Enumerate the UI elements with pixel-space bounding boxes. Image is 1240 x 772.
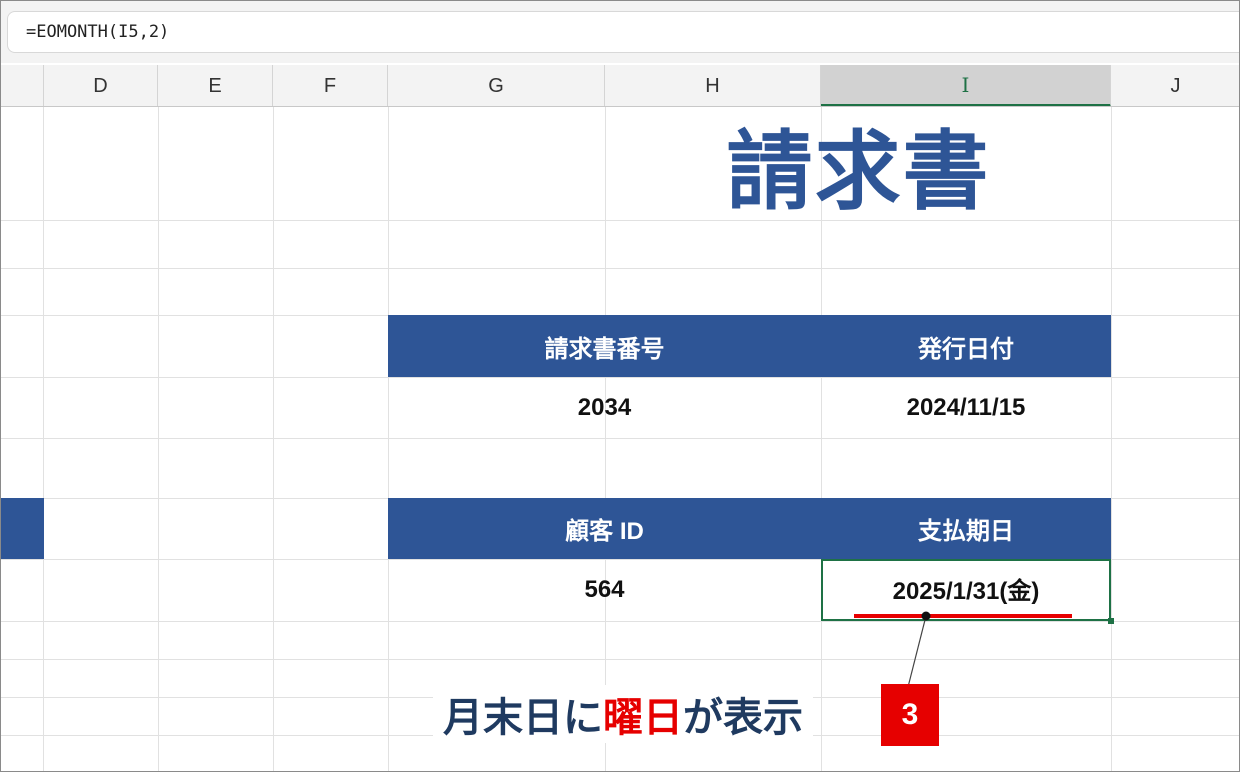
grid-line	[1, 659, 1239, 660]
grid-line	[43, 107, 44, 771]
header-divider	[1, 106, 1239, 107]
formula-input[interactable]: =EOMONTH(I5,2)	[7, 11, 1239, 53]
grid-line	[1, 220, 1239, 221]
column-header-e[interactable]: E	[158, 65, 273, 107]
partial-header-fill	[1, 498, 44, 559]
highlight-underline	[854, 614, 1072, 618]
due-date-header: 支払期日	[918, 518, 1014, 545]
grid-line	[158, 107, 159, 771]
column-header-f[interactable]: F	[273, 65, 388, 107]
annotation-text-before: 月末日に	[443, 696, 603, 740]
grid-line	[1111, 107, 1112, 771]
grid-line	[1, 621, 1239, 622]
column-header-g[interactable]: G	[388, 65, 605, 107]
selected-cell-border	[821, 559, 1111, 621]
customer-id-header: 顧客 ID	[565, 518, 644, 545]
fill-handle[interactable]	[1108, 618, 1114, 624]
annotation-text-after: が表示	[683, 696, 803, 740]
grid-line	[1, 268, 1239, 269]
grid-line	[273, 107, 274, 771]
invoice-number-header: 請求書番号	[544, 335, 665, 363]
column-header-d[interactable]: D	[44, 65, 158, 107]
annotation-caption: 月末日に 曜日 が表示	[433, 685, 813, 743]
step-badge: 3	[881, 684, 939, 746]
issue-date-header: 発行日付	[918, 335, 1014, 363]
customer-id-value[interactable]: 564	[388, 559, 821, 621]
spreadsheet-window: =EOMONTH(I5,2) D E F G H I J 請求書 請求書番号 発…	[0, 0, 1240, 772]
column-header-partial[interactable]	[1, 65, 44, 107]
grid-line	[1, 438, 1239, 439]
invoice-title: 請求書	[726, 123, 991, 220]
invoice-number-value[interactable]: 2034	[388, 377, 821, 438]
grid-line	[388, 107, 389, 771]
issue-date-value[interactable]: 2024/11/15	[821, 377, 1111, 438]
callout-line	[906, 615, 927, 692]
annotation-text-highlight: 曜日	[603, 696, 683, 740]
column-header-j[interactable]: J	[1111, 65, 1239, 107]
formula-text: =EOMONTH(I5,2)	[26, 22, 170, 42]
formula-bar: =EOMONTH(I5,2)	[1, 1, 1239, 63]
